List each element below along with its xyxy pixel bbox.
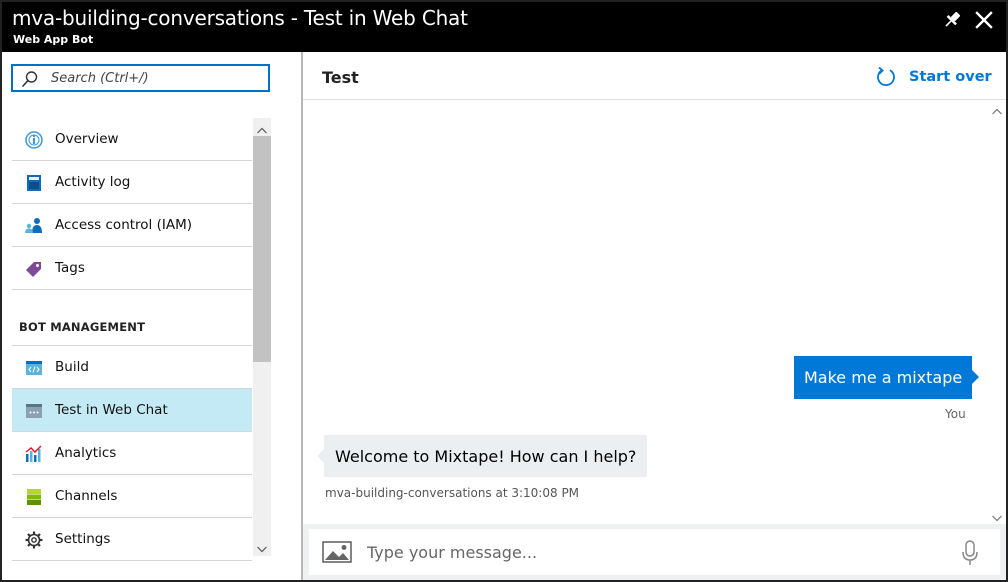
sidebar-item-label: Channels — [55, 488, 118, 504]
sidebar-item-label: Test in Web Chat — [55, 402, 168, 418]
sidebar-item-label: Access control (IAM) — [55, 217, 192, 233]
user-message-meta: You — [945, 407, 966, 421]
message-composer — [303, 524, 1006, 580]
sidebar-item-settings[interactable]: Settings — [12, 518, 252, 561]
image-upload-icon[interactable] — [322, 541, 352, 563]
search-input[interactable] — [51, 69, 261, 87]
web-chat-pane: Test Start over Make me a mixtape You We… — [303, 52, 1006, 580]
bot-message-bubble: Welcome to Mixtape! How can I help? — [316, 435, 648, 477]
gear-icon — [24, 530, 44, 550]
web-chat-icon — [24, 401, 44, 421]
scroll-up-icon[interactable] — [256, 122, 268, 134]
analytics-icon — [24, 444, 44, 464]
activity-log-icon — [24, 173, 44, 193]
chat-title: Test — [322, 68, 359, 87]
sidebar-item-label: Settings — [55, 531, 111, 547]
bot-message-meta: mva-building-conversations at 3:10:08 PM — [325, 486, 580, 500]
sidebar-scrollbar[interactable] — [253, 118, 271, 556]
message-input-box — [309, 529, 1000, 575]
scroll-down-icon[interactable] — [256, 540, 268, 553]
sidebar-item-label: Build — [55, 359, 89, 375]
window-subtitle: Web App Bot — [13, 33, 94, 46]
access-control-icon — [24, 216, 44, 236]
user-message-bubble: Make me a mixtape — [794, 356, 980, 399]
sidebar-item-label: Activity log — [55, 174, 131, 190]
section-heading-label: BOT MANAGEMENT — [19, 320, 146, 334]
chat-header: Test Start over — [303, 52, 1006, 100]
chat-history: Make me a mixtape You Welcome to Mixtape… — [303, 101, 987, 523]
sidebar-item-analytics[interactable]: Analytics — [12, 432, 252, 475]
sidebar-item-label: Overview — [55, 131, 119, 147]
sidebar-item-label: Tags — [55, 260, 85, 276]
nav-list: Overview Activity log Access control (IA… — [12, 118, 252, 561]
sidebar-item-activity-log[interactable]: Activity log — [12, 161, 252, 204]
section-heading: BOT MANAGEMENT — [12, 290, 252, 346]
sidebar-item-overview[interactable]: Overview — [12, 118, 252, 161]
window-title: mva-building-conversations - Test in Web… — [12, 6, 468, 30]
search-box[interactable] — [11, 64, 270, 92]
sidebar-item-tags[interactable]: Tags — [12, 247, 252, 290]
scroll-down-icon[interactable] — [991, 509, 1003, 522]
chat-scrollbar[interactable] — [989, 101, 1005, 523]
scrollbar-thumb[interactable] — [253, 136, 271, 362]
build-icon — [24, 358, 44, 378]
title-bar: mva-building-conversations - Test in Web… — [2, 2, 1006, 52]
start-over-label: Start over — [909, 69, 992, 85]
sidebar-item-build[interactable]: Build — [12, 346, 252, 389]
close-icon[interactable] — [972, 8, 996, 32]
resource-menu: Overview Activity log — [2, 52, 301, 580]
microphone-icon[interactable] — [960, 539, 980, 567]
pin-icon[interactable] — [940, 8, 964, 32]
sidebar-item-label: Analytics — [55, 445, 117, 461]
scroll-up-icon[interactable] — [991, 103, 1003, 115]
sidebar-item-test-in-web-chat[interactable]: Test in Web Chat — [12, 389, 252, 432]
search-icon — [21, 70, 39, 88]
tag-icon — [24, 259, 44, 279]
message-input[interactable] — [367, 540, 927, 564]
app-window: mva-building-conversations - Test in Web… — [0, 0, 1008, 582]
overview-icon — [24, 130, 44, 150]
channels-icon — [24, 487, 44, 507]
sidebar-item-channels[interactable]: Channels — [12, 475, 252, 518]
start-over-button[interactable]: Start over — [875, 64, 992, 90]
refresh-icon — [875, 66, 897, 88]
sidebar-item-access-control[interactable]: Access control (IAM) — [12, 204, 252, 247]
